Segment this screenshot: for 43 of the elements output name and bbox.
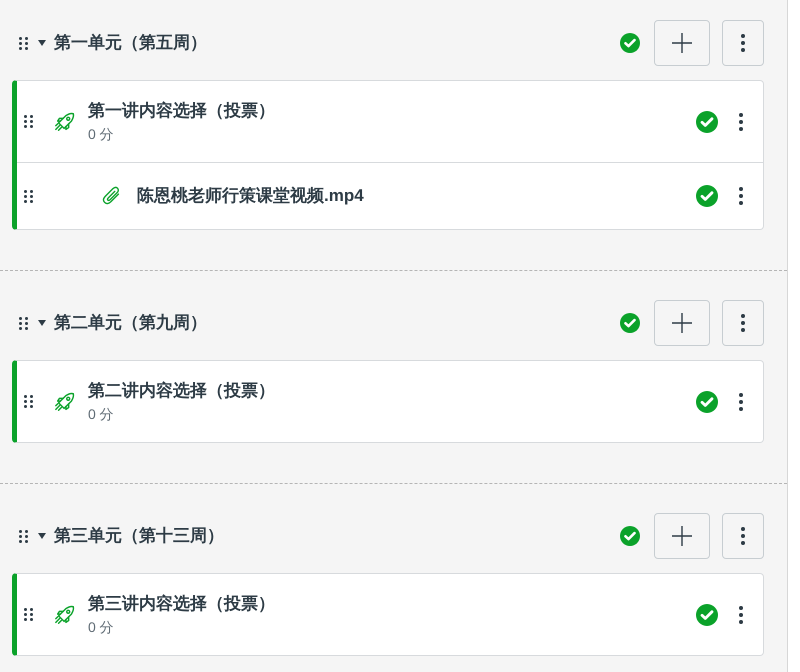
- add-item-button[interactable]: [654, 300, 710, 346]
- points-label: 0 分: [88, 404, 115, 424]
- more-options-button[interactable]: [722, 20, 764, 66]
- published-check-icon[interactable]: [696, 604, 718, 626]
- module-title: 第二单元（第九周）: [54, 312, 207, 334]
- published-check-icon[interactable]: [696, 185, 718, 207]
- drag-handle-icon[interactable]: [24, 608, 33, 621]
- rocket-icon: [54, 604, 76, 626]
- drag-handle-icon[interactable]: [24, 115, 33, 128]
- more-options-icon[interactable]: [739, 392, 743, 410]
- more-options-button[interactable]: [722, 513, 764, 559]
- drag-handle-icon[interactable]: [19, 36, 28, 50]
- points-label: 0 分: [88, 124, 115, 144]
- item-title[interactable]: 第二讲内容选择（投票）: [88, 378, 275, 404]
- add-item-button[interactable]: [654, 20, 710, 66]
- published-check-icon[interactable]: [620, 33, 640, 53]
- more-options-button[interactable]: [722, 300, 764, 346]
- published-check-icon[interactable]: [620, 526, 640, 546]
- caret-down-icon[interactable]: [38, 533, 46, 539]
- drag-handle-icon[interactable]: [24, 395, 33, 408]
- drag-handle-icon[interactable]: [24, 190, 33, 202]
- plus-icon: [671, 32, 693, 54]
- published-check-icon[interactable]: [620, 313, 640, 333]
- plus-icon: [671, 312, 693, 334]
- module-title: 第一单元（第五周）: [54, 32, 207, 54]
- item-title[interactable]: 第三讲内容选择（投票）: [88, 591, 275, 617]
- drag-handle-icon[interactable]: [19, 316, 28, 330]
- more-options-icon[interactable]: [739, 112, 743, 130]
- published-check-icon[interactable]: [696, 390, 718, 412]
- rocket-icon: [54, 110, 76, 132]
- plus-icon: [671, 525, 693, 547]
- drag-handle-icon[interactable]: [19, 530, 28, 542]
- rocket-icon: [54, 390, 76, 412]
- more-options-icon[interactable]: [739, 606, 743, 624]
- item-title[interactable]: 陈恩桃老师行策课堂视频.mp4: [137, 183, 364, 209]
- more-options-icon[interactable]: [739, 187, 743, 205]
- caret-down-icon[interactable]: [38, 40, 46, 46]
- published-check-icon[interactable]: [696, 110, 718, 132]
- item-title[interactable]: 第一讲内容选择（投票）: [88, 98, 275, 124]
- caret-down-icon[interactable]: [38, 320, 46, 326]
- module-title: 第三单元（第十三周）: [54, 525, 224, 548]
- points-label: 0 分: [88, 618, 115, 637]
- add-item-button[interactable]: [654, 513, 710, 559]
